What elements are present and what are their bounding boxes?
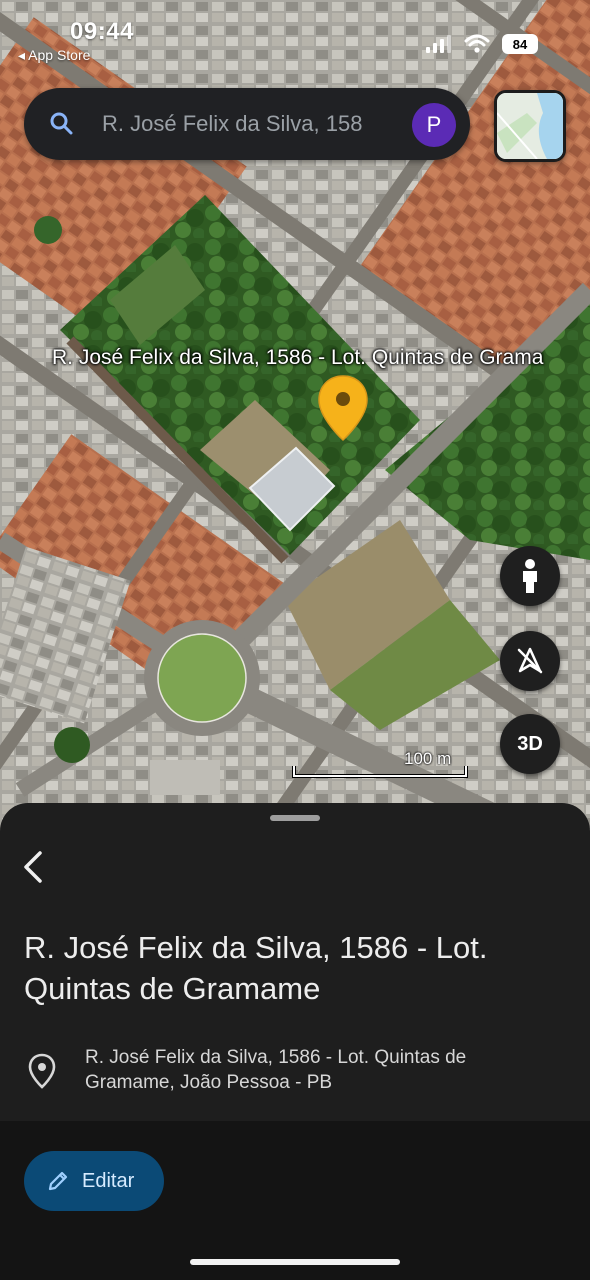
- avatar[interactable]: P: [412, 103, 456, 147]
- back-chevron-icon[interactable]: [18, 847, 50, 887]
- layers-button[interactable]: [494, 90, 566, 162]
- home-indicator[interactable]: [190, 1259, 400, 1265]
- search-icon[interactable]: [48, 110, 76, 138]
- satellite-map[interactable]: 09:44 ◂ App Store 84 P: [0, 0, 590, 840]
- pencil-icon: [48, 1171, 68, 1191]
- place-address[interactable]: R. José Felix da Silva, 1586 - Lot. Quin…: [85, 1045, 555, 1095]
- cellular-signal-icon: [426, 35, 451, 53]
- status-icons: [426, 34, 490, 54]
- search-input[interactable]: [102, 106, 422, 142]
- compass-button[interactable]: [500, 631, 560, 691]
- location-pin-icon: [28, 1053, 56, 1089]
- status-time: 09:44: [70, 18, 134, 45]
- battery-indicator: 84: [502, 34, 538, 54]
- wifi-icon: [464, 34, 490, 53]
- status-bar: 09:44 ◂ App Store 84: [0, 0, 590, 70]
- map-place-label[interactable]: R. José Felix da Silva, 1586 - Lot. Quin…: [52, 346, 543, 370]
- street-view-button[interactable]: [500, 546, 560, 606]
- scale-label: 100 m: [404, 749, 452, 768]
- place-details-sheet: R. José Felix da Silva, 1586 - Lot. Quin…: [0, 803, 590, 1280]
- map-pin-icon[interactable]: [317, 374, 369, 442]
- 3d-toggle-button[interactable]: 3D: [500, 714, 560, 774]
- edit-button[interactable]: Editar: [24, 1151, 164, 1211]
- back-to-app-link[interactable]: ◂ App Store: [18, 47, 90, 64]
- place-title: R. José Felix da Silva, 1586 - Lot. Quin…: [24, 930, 488, 1006]
- compass-off-icon: [517, 647, 543, 674]
- layers-icon: [497, 93, 563, 159]
- edit-button-label: Editar: [82, 1170, 135, 1192]
- search-bar[interactable]: P: [24, 88, 470, 160]
- sheet-drag-handle[interactable]: [270, 815, 320, 821]
- pegman-icon: [523, 559, 537, 593]
